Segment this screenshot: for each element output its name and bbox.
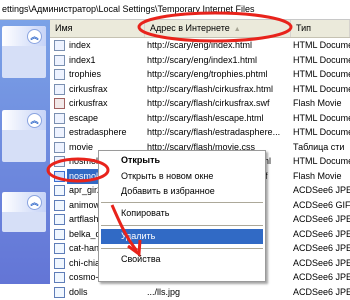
cell-type: ACDSee6 GIF bbox=[293, 199, 350, 210]
column-header-bar: Имя Адрес в Интернете ▲ Тип bbox=[50, 20, 350, 38]
menu-separator bbox=[101, 225, 263, 226]
image-file-icon bbox=[54, 272, 65, 283]
cell-type: HTML Docume bbox=[293, 127, 350, 137]
file-row[interactable]: cirkusfrax http://scary/flash/cirkusfrax.… bbox=[50, 96, 350, 111]
file-row[interactable]: cirkusfrax http://scary/flash/cirkusfrax.… bbox=[50, 82, 350, 97]
context-menu: Открыть Открыть в новом окне Добавить в … bbox=[98, 150, 266, 282]
task-panel-1-header[interactable]: ︽ bbox=[2, 26, 46, 46]
html-file-icon bbox=[54, 54, 65, 66]
file-name: escape bbox=[69, 112, 99, 123]
html-file-icon bbox=[54, 69, 65, 80]
cell-type: HTML Docume bbox=[293, 83, 350, 94]
menu-item-open-new-window[interactable]: Открыть в новом окне bbox=[101, 169, 263, 184]
flash-file-icon bbox=[54, 98, 65, 109]
cell-address: http://scary/eng/index1.html bbox=[147, 54, 258, 65]
cell-name: estradasphere bbox=[50, 125, 145, 140]
cell-type: HTML Docume bbox=[293, 40, 350, 50]
cell-address: http://scary/eng/trophies.phtml bbox=[147, 69, 268, 79]
file-row[interactable]: estradasphere http://scary/flash/estradas… bbox=[50, 125, 350, 140]
file-name: dolls bbox=[69, 286, 88, 297]
address-path: ettings\Администратор\Local Settings\Tem… bbox=[2, 4, 255, 14]
cell-address: http://scary/flash/cirkusfrax.swf bbox=[147, 98, 270, 108]
file-row[interactable]: trophies http://scary/eng/trophies.phtml H… bbox=[50, 67, 350, 82]
cell-address: .../lls.jpg bbox=[147, 286, 181, 297]
html-file-icon bbox=[54, 112, 65, 124]
file-name: artflash bbox=[69, 214, 99, 224]
menu-item-delete[interactable]: Удалить bbox=[101, 229, 263, 244]
cell-type: ACDSee6 JPE bbox=[293, 257, 350, 268]
cell-type: ACDSee6 JPE bbox=[293, 286, 350, 297]
image-file-icon bbox=[54, 185, 65, 196]
html-file-icon bbox=[54, 40, 65, 51]
column-header-name[interactable]: Имя bbox=[50, 20, 145, 37]
sort-arrow-icon: ▲ bbox=[233, 26, 241, 33]
task-panel-2-header[interactable]: ︽ bbox=[2, 110, 46, 130]
cell-type: HTML Docume bbox=[293, 54, 350, 65]
cell-type: ACDSee6 JPE bbox=[293, 272, 350, 282]
image-file-icon bbox=[54, 214, 65, 225]
file-name: movie bbox=[69, 141, 94, 152]
image-file-icon bbox=[54, 286, 65, 298]
task-panel-1: ︽ bbox=[2, 26, 46, 78]
cell-type: ACDSee6 JPE bbox=[293, 214, 350, 224]
file-row[interactable]: index http://scary/eng/index.html HTML Doc… bbox=[50, 38, 350, 53]
html-file-icon bbox=[54, 83, 65, 95]
menu-separator bbox=[101, 248, 263, 249]
css-file-icon bbox=[54, 141, 65, 153]
cell-name: trophies bbox=[50, 67, 145, 82]
collapse-chevron-icon[interactable]: ︽ bbox=[27, 113, 42, 128]
collapse-chevron-icon[interactable]: ︽ bbox=[27, 29, 42, 44]
menu-item-copy[interactable]: Копировать bbox=[101, 206, 263, 221]
cell-type: Таблица сти bbox=[293, 141, 345, 152]
menu-item-add-favorites[interactable]: Добавить в избранное bbox=[101, 184, 263, 199]
file-name: cirkusfrax bbox=[69, 98, 108, 108]
image-file-icon bbox=[54, 243, 65, 254]
html-file-icon bbox=[54, 156, 65, 167]
file-row[interactable]: index1 http://scary/eng/index1.html HTML D… bbox=[50, 53, 350, 68]
cell-type: Flash Movie bbox=[293, 170, 342, 181]
task-panel-2: ︽ bbox=[2, 110, 46, 162]
task-panel-3-header[interactable]: ︽ bbox=[2, 192, 46, 212]
file-row[interactable]: dolls .../lls.jpg ACDSee6 JPE bbox=[50, 285, 350, 300]
cell-name: dolls bbox=[50, 285, 145, 300]
cell-name: cirkusfrax bbox=[50, 82, 145, 97]
cell-type: HTML Docume bbox=[293, 69, 350, 79]
cell-address: http://scary/eng/index.html bbox=[147, 40, 253, 50]
cell-name: cirkusfrax bbox=[50, 96, 145, 111]
cell-address: http://scary/flash/escape.html bbox=[147, 112, 264, 123]
cell-name: index bbox=[50, 38, 145, 53]
image-file-icon bbox=[54, 199, 65, 211]
task-panel-3: ︽ bbox=[2, 192, 46, 232]
flash-file-icon bbox=[54, 170, 65, 182]
file-name: index1 bbox=[69, 54, 96, 65]
cell-name: escape bbox=[50, 111, 145, 126]
image-file-icon bbox=[54, 257, 65, 269]
task-pane: ︽ ︽ ︽ bbox=[0, 20, 50, 284]
cell-address: http://scary/flash/estradasphere... bbox=[147, 127, 281, 137]
column-header-type[interactable]: Тип bbox=[291, 20, 350, 37]
file-name: index bbox=[69, 40, 91, 50]
menu-separator bbox=[101, 202, 263, 203]
column-header-address[interactable]: Адрес в Интернете ▲ bbox=[145, 20, 291, 37]
address-bar[interactable]: ettings\Администратор\Local Settings\Tem… bbox=[0, 0, 350, 20]
cell-address: http://scary/flash/cirkusfrax.html bbox=[147, 83, 274, 94]
menu-item-properties[interactable]: Свойства bbox=[101, 252, 263, 267]
collapse-chevron-icon[interactable]: ︽ bbox=[27, 195, 42, 210]
cell-type: HTML Docume bbox=[293, 112, 350, 123]
cell-type: ACDSee6 JPE bbox=[293, 185, 350, 195]
cell-type: Flash Movie bbox=[293, 98, 342, 108]
cell-name: index1 bbox=[50, 53, 145, 68]
cell-type: ACDSee6 JPE bbox=[293, 228, 350, 239]
file-name: cirkusfrax bbox=[69, 83, 108, 94]
file-row[interactable]: escape http://scary/flash/escape.html HTML… bbox=[50, 111, 350, 126]
menu-item-open[interactable]: Открыть bbox=[101, 153, 263, 168]
image-file-icon bbox=[54, 228, 65, 240]
file-name: estradasphere bbox=[69, 127, 127, 137]
file-name: trophies bbox=[69, 69, 102, 79]
cell-type: ACDSee6 JPE bbox=[293, 243, 350, 253]
cell-type: HTML Docume bbox=[293, 156, 350, 166]
html-file-icon bbox=[54, 127, 65, 138]
